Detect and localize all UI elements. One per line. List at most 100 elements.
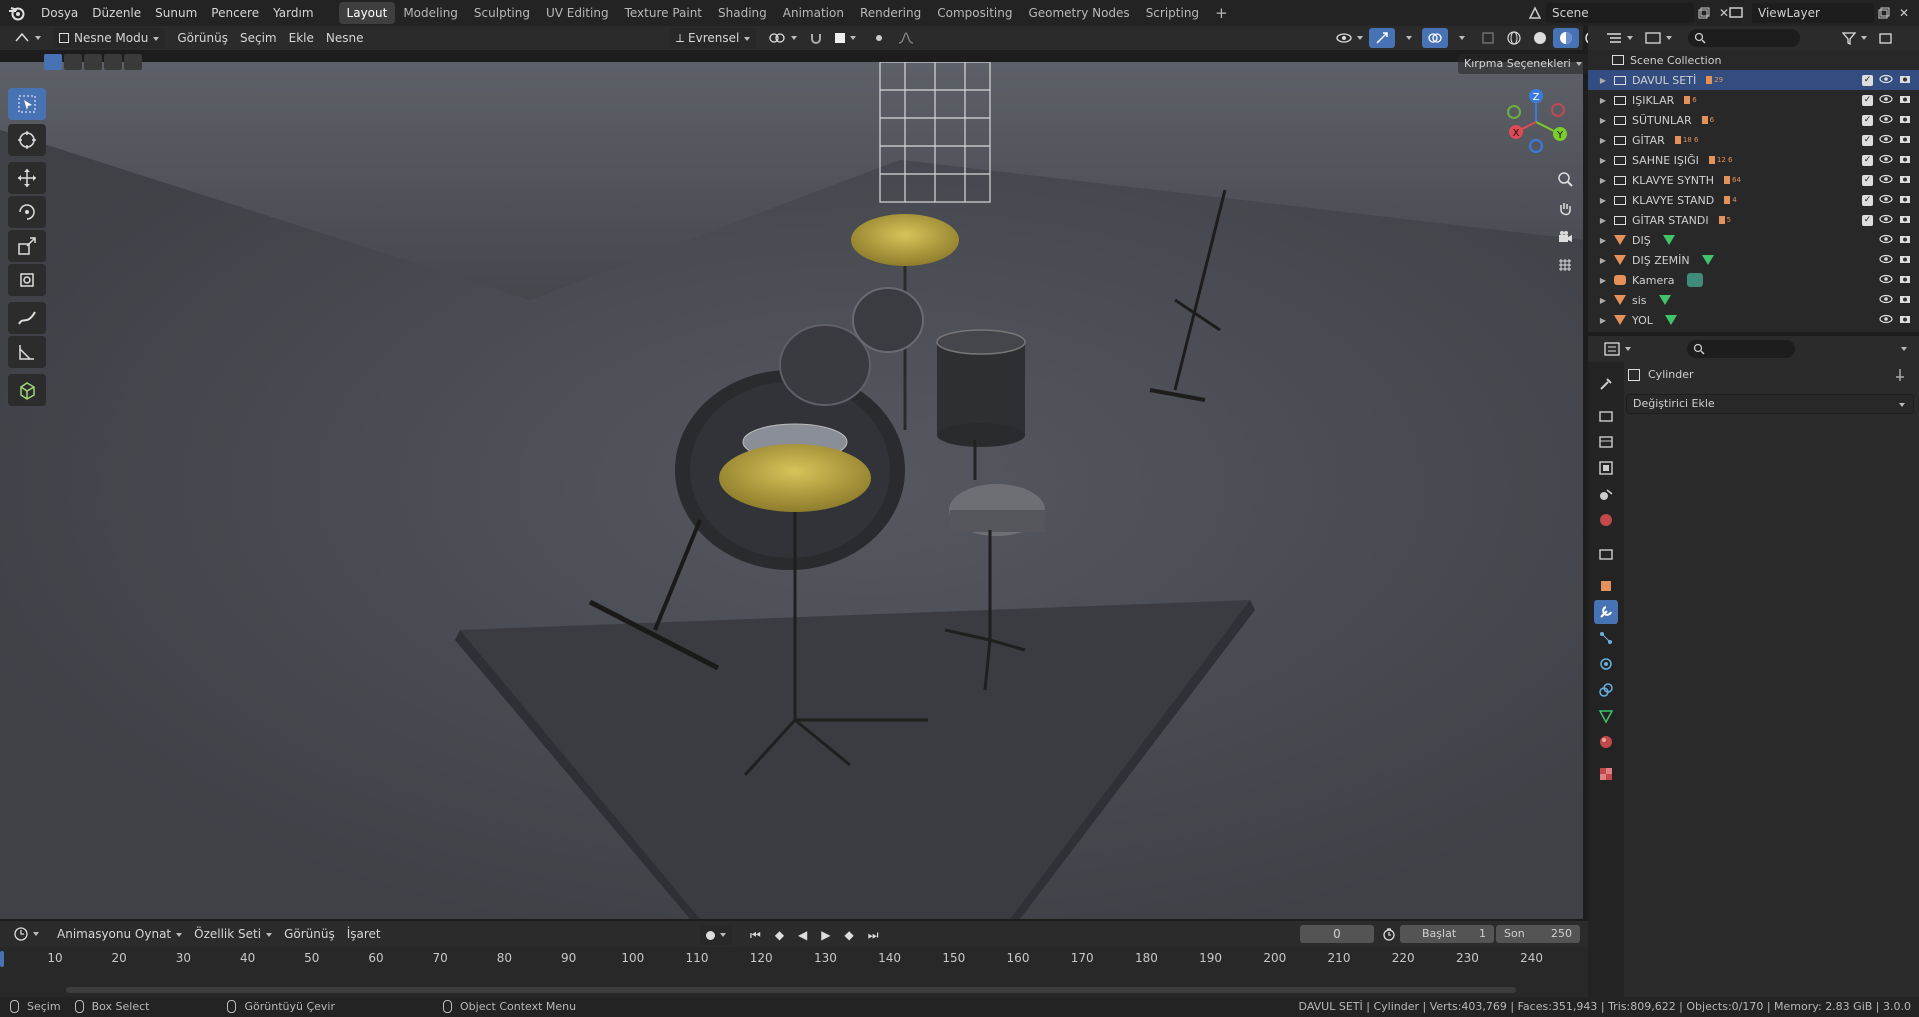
editor-type-icon[interactable] [8, 28, 47, 48]
material-shading-icon[interactable] [1553, 28, 1579, 48]
playhead[interactable] [0, 951, 4, 967]
render-camera-icon[interactable] [1899, 194, 1911, 207]
render-camera-icon[interactable] [1899, 294, 1911, 307]
outliner-row[interactable]: ▶ GİTAR 18 6 ✓ [1588, 130, 1919, 150]
render-camera-icon[interactable] [1899, 254, 1911, 267]
camera-view-icon[interactable] [1552, 224, 1578, 250]
prev-keyframe-icon[interactable]: ◆ [769, 925, 790, 945]
render-camera-icon[interactable] [1899, 114, 1911, 127]
visibility-eye-icon[interactable] [1879, 314, 1893, 327]
menu-timeline-view[interactable]: Görünüş [278, 924, 341, 944]
render-camera-icon[interactable] [1899, 274, 1911, 287]
add-modifier-dropdown[interactable]: Değiştirici Ekle [1626, 394, 1914, 414]
select-new-icon[interactable] [44, 54, 62, 70]
play-reverse-icon[interactable]: ◀ [792, 925, 813, 945]
expand-arrow-icon[interactable]: ▶ [1588, 196, 1614, 205]
constraints-tab-icon[interactable] [1594, 678, 1618, 702]
tab-shading[interactable]: Shading [710, 2, 775, 24]
select-invert-icon[interactable] [104, 54, 122, 70]
expand-arrow-icon[interactable]: ▶ [1588, 116, 1614, 125]
menu-playback[interactable]: Animasyonu Oynat [51, 924, 188, 944]
object-tab-icon[interactable] [1594, 574, 1618, 598]
visibility-eye-icon[interactable] [1879, 294, 1893, 307]
render-tab-icon[interactable] [1594, 404, 1618, 428]
delete-view-layer-icon[interactable]: ✕ [1894, 6, 1914, 20]
outliner-row[interactable]: ▶ KLAVYE SYNTH 64 ✓ [1588, 170, 1919, 190]
visibility-eye-icon[interactable] [1879, 234, 1893, 247]
exclude-checkbox[interactable]: ✓ [1862, 174, 1873, 186]
texture-tab-icon[interactable] [1594, 762, 1618, 786]
timeline-editor-type-icon[interactable] [8, 924, 45, 944]
expand-arrow-icon[interactable]: ▶ [1588, 156, 1614, 165]
snap-icon[interactable] [803, 28, 829, 48]
falloff-icon[interactable] [892, 28, 920, 48]
outliner-row[interactable]: ▶ SÜTUNLAR 6 ✓ [1588, 110, 1919, 130]
copy-scene-icon[interactable] [1694, 7, 1714, 19]
outliner-row[interactable]: ▶ sis [1588, 290, 1919, 310]
expand-arrow-icon[interactable]: ▶ [1588, 176, 1614, 185]
ortho-grid-icon[interactable] [1552, 252, 1578, 278]
proportional-edit-icon[interactable] [866, 28, 892, 48]
outliner-row[interactable]: ▶ SAHNE IŞIĞI 12 6 ✓ [1588, 150, 1919, 170]
data-tab-icon[interactable] [1594, 704, 1618, 728]
snap-target-icon[interactable] [829, 28, 862, 48]
expand-arrow-icon[interactable]: ▶ [1588, 236, 1614, 245]
gizmo-toggle-icon[interactable] [1369, 28, 1395, 48]
select-extend-icon[interactable] [64, 54, 82, 70]
menu-file[interactable]: Dosya [34, 0, 85, 26]
pan-hand-icon[interactable] [1552, 196, 1578, 222]
start-frame-field[interactable]: Başlat 1 [1400, 925, 1494, 943]
expand-arrow-icon[interactable]: ▶ [1588, 276, 1614, 285]
menu-help[interactable]: Yardım [266, 0, 320, 26]
gizmo-dropdown-icon[interactable] [1395, 28, 1418, 48]
visibility-eye-icon[interactable] [1879, 174, 1893, 187]
wireframe-shading-icon[interactable] [1501, 28, 1527, 48]
menu-select[interactable]: Seçim [234, 28, 283, 48]
render-camera-icon[interactable] [1899, 74, 1911, 87]
outliner-display-mode-icon[interactable] [1639, 28, 1678, 48]
tab-uv-editing[interactable]: UV Editing [538, 2, 617, 24]
next-keyframe-icon[interactable]: ◆ [839, 925, 860, 945]
render-camera-icon[interactable] [1899, 154, 1911, 167]
current-frame-field[interactable]: 0 [1300, 925, 1374, 943]
overlays-dropdown-icon[interactable] [1448, 28, 1471, 48]
clipping-options-dropdown[interactable]: Kırpma Seçenekleri [1458, 54, 1588, 74]
annotate-tool[interactable] [8, 302, 46, 334]
tab-animation[interactable]: Animation [775, 2, 852, 24]
outliner-row[interactable]: ▶ IŞIKLAR 6 ✓ [1588, 90, 1919, 110]
expand-arrow-icon[interactable]: ▶ [1588, 76, 1614, 85]
transform-orientation-dropdown[interactable]: ⟂ Evrensel [670, 28, 757, 48]
menu-render[interactable]: Sunum [148, 0, 204, 26]
navigation-gizmo[interactable]: Z Y X [1500, 84, 1570, 154]
render-camera-icon[interactable] [1899, 234, 1911, 247]
blender-logo-icon[interactable] [0, 0, 34, 26]
tab-scripting[interactable]: Scripting [1138, 2, 1207, 24]
outliner-row[interactable]: ▶ GİTAR STANDI 5 ✓ [1588, 210, 1919, 230]
scene-tab-icon[interactable] [1594, 482, 1618, 506]
pivot-point-icon[interactable] [762, 28, 803, 48]
jump-end-icon[interactable]: ⏭ [862, 925, 885, 945]
menu-add[interactable]: Ekle [283, 28, 320, 48]
tab-geometry-nodes[interactable]: Geometry Nodes [1020, 2, 1137, 24]
expand-arrow-icon[interactable]: ▶ [1588, 216, 1614, 225]
output-tab-icon[interactable] [1594, 430, 1618, 454]
menu-window[interactable]: Pencere [204, 0, 266, 26]
outliner-search-input[interactable] [1688, 29, 1800, 47]
add-cube-tool[interactable] [8, 374, 46, 406]
expand-arrow-icon[interactable]: ▶ [1588, 136, 1614, 145]
3d-viewport[interactable]: Z Y X [0, 62, 1583, 919]
collection-tab-icon[interactable] [1594, 542, 1618, 566]
properties-options-icon[interactable] [1896, 347, 1907, 351]
view-layer-tab-icon[interactable] [1594, 456, 1618, 480]
visibility-eye-icon[interactable] [1879, 154, 1893, 167]
frame-ruler[interactable]: 10 20 30 40 50 60 70 80 90 100 110 120 130 140 150 160 1… [0, 947, 1588, 997]
auto-keying-icon[interactable] [700, 925, 732, 945]
menu-marker[interactable]: İşaret [341, 924, 387, 944]
tab-texture-paint[interactable]: Texture Paint [617, 2, 710, 24]
properties-editor-type-icon[interactable] [1598, 339, 1637, 359]
material-tab-icon[interactable] [1594, 730, 1618, 754]
exclude-checkbox[interactable]: ✓ [1862, 214, 1873, 226]
outliner-row[interactable]: ▶ Kamera [1588, 270, 1919, 290]
select-intersect-icon[interactable] [124, 54, 142, 70]
outliner-row[interactable]: ▶ YOL [1588, 310, 1919, 330]
